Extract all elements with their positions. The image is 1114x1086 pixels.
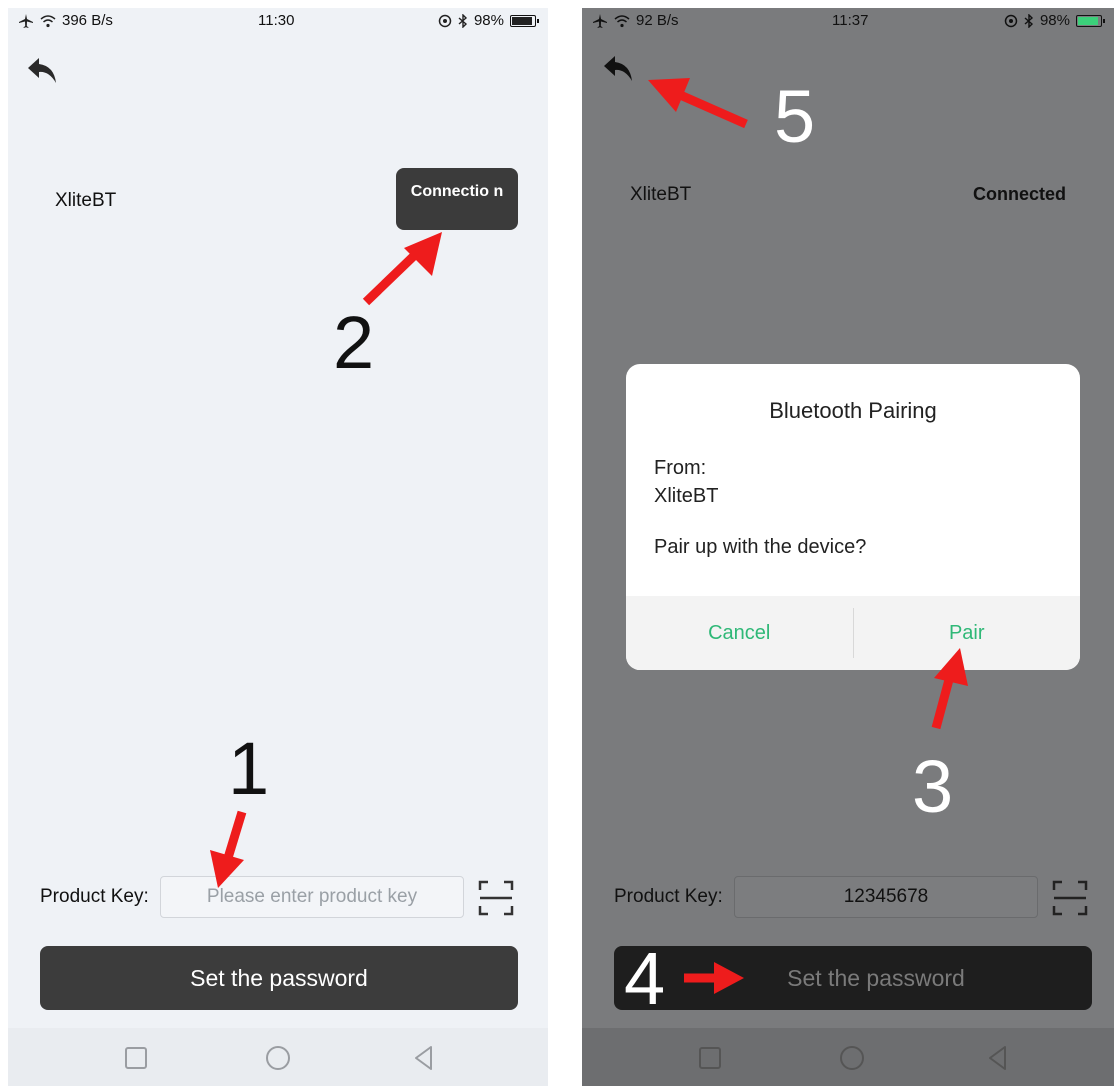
- annotation-step-5: 5: [774, 75, 816, 158]
- set-password-button[interactable]: Set the password: [40, 946, 518, 1010]
- back-nav-icon[interactable]: [410, 1044, 438, 1072]
- annotation-arrow-5: [648, 78, 748, 129]
- network-speed: 92 B/s: [636, 12, 679, 29]
- bluetooth-icon: [458, 13, 467, 28]
- wifi-icon: [40, 14, 56, 27]
- scan-icon[interactable]: [478, 880, 514, 916]
- right-phone-screen: 92 B/s 11:37 98% XliteBT Connected Produ…: [582, 8, 1114, 1086]
- product-key-row: Product Key:: [8, 876, 548, 920]
- from-device: XliteBT: [654, 485, 719, 507]
- dialog-actions: Cancel Pair: [626, 596, 1080, 670]
- product-key-input[interactable]: [734, 876, 1038, 918]
- device-name: XliteBT: [630, 184, 692, 205]
- data-saver-icon: [438, 14, 452, 27]
- bluetooth-icon: [1024, 13, 1033, 28]
- home-icon[interactable]: [264, 1044, 292, 1072]
- home-icon[interactable]: [838, 1044, 866, 1072]
- airplane-icon: [593, 13, 607, 28]
- airplane-icon: [19, 13, 33, 28]
- clock: 11:37: [832, 12, 869, 29]
- status-bar: 396 B/s 11:30 98%: [8, 8, 548, 34]
- battery-percent: 98%: [1039, 12, 1070, 29]
- annotation-arrow-4: [684, 962, 744, 994]
- network-speed: 396 B/s: [62, 12, 113, 29]
- battery-charging-icon: [1076, 14, 1105, 27]
- back-button[interactable]: [598, 48, 638, 88]
- bluetooth-pairing-dialog: Bluetooth Pairing From: XliteBT Pair up …: [626, 364, 1080, 670]
- annotation-step-1: 1: [228, 727, 270, 810]
- product-key-row: Product Key:: [582, 876, 1114, 920]
- connection-status: Connected: [972, 184, 1066, 204]
- wifi-icon: [614, 14, 630, 27]
- back-arrow-icon: [604, 56, 632, 81]
- annotation-step-2: 2: [333, 301, 375, 384]
- connection-button[interactable]: Connectio n: [396, 168, 518, 230]
- left-phone-screen: 396 B/s 11:30 98% XliteBT Connectio n Pr…: [8, 8, 548, 1086]
- annotation-step-4: 4: [624, 937, 666, 1020]
- scan-icon[interactable]: [1052, 880, 1088, 916]
- cancel-button[interactable]: Cancel: [626, 596, 853, 670]
- data-saver-icon: [1004, 14, 1018, 27]
- device-name: XliteBT: [55, 190, 117, 211]
- annotation-arrow-1: [210, 810, 247, 888]
- back-button[interactable]: [22, 50, 62, 90]
- dialog-message: Pair up with the device?: [654, 536, 867, 558]
- set-password-label: Set the password: [787, 964, 965, 991]
- navigation-bar: [8, 1028, 548, 1086]
- battery-icon: [510, 14, 539, 27]
- product-key-label: Product Key:: [614, 886, 723, 907]
- navigation-bar: [582, 1028, 1114, 1086]
- recent-apps-icon[interactable]: [122, 1044, 150, 1072]
- dialog-title: Bluetooth Pairing: [769, 398, 937, 423]
- clock: 11:30: [258, 12, 295, 29]
- status-bar: 92 B/s 11:37 98%: [582, 8, 1114, 34]
- product-key-label: Product Key:: [40, 886, 149, 907]
- annotation-arrow-2: [362, 232, 442, 306]
- back-nav-icon[interactable]: [984, 1044, 1012, 1072]
- annotation-step-3: 3: [912, 745, 954, 828]
- back-arrow-icon: [28, 58, 56, 83]
- recent-apps-icon[interactable]: [696, 1044, 724, 1072]
- from-label: From:: [654, 457, 707, 479]
- battery-percent: 98%: [473, 12, 504, 29]
- annotation-arrow-3: [931, 648, 968, 730]
